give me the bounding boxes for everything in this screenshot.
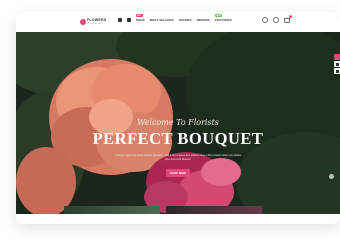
new-badge: NEW — [215, 14, 222, 17]
flower-logo-icon — [80, 19, 86, 25]
layout-icon[interactable] — [334, 61, 340, 67]
nav-item-offers[interactable]: OFFERS — [179, 18, 192, 22]
cart-icon[interactable]: 0 — [284, 14, 292, 23]
nav-item-features[interactable]: NEW FEATURES — [215, 14, 232, 22]
shop-now-button[interactable]: SHOP NOW — [166, 169, 190, 178]
nav-item-label: OFFERS — [178, 18, 192, 22]
hero-banner: Welcome To Florists PERFECT BOUQUET A fl… — [16, 32, 340, 214]
hero-title: PERFECT BOUQUET — [92, 129, 264, 148]
gear-icon[interactable] — [334, 54, 340, 60]
nav-item-best-sellers[interactable]: BEST SELLERS — [150, 18, 174, 22]
home-icon[interactable] — [118, 18, 122, 22]
main-nav: HOT SHOP BEST SELLERS OFFERS BRANDS NEW … — [118, 14, 232, 22]
hero-description: A flower opens its heart without questio… — [114, 154, 242, 161]
product-thumbnail[interactable] — [64, 206, 160, 214]
cart-count-badge: 0 — [288, 14, 292, 18]
nav-item-brands[interactable]: BRANDS — [197, 18, 210, 22]
scroll-to-top-button[interactable] — [329, 174, 334, 179]
hot-badge: HOT — [136, 14, 143, 17]
side-toolbar — [334, 54, 340, 74]
nav-item-label: BEST SELLERS — [149, 18, 174, 22]
header-utilities: 0 — [262, 14, 292, 23]
site-header: FLOWERS FLOWER SHOP HOT SHOP BEST SELLER… — [16, 12, 340, 32]
cart-side-icon[interactable] — [334, 68, 340, 74]
browser-frame: FLOWERS FLOWER SHOP HOT SHOP BEST SELLER… — [16, 12, 340, 224]
nav-item-label: SHOP — [136, 18, 145, 22]
page-stage: FLOWERS FLOWER SHOP HOT SHOP BEST SELLER… — [0, 0, 340, 246]
nav-item-shop[interactable]: HOT SHOP — [136, 14, 145, 22]
hero-welcome-text: Welcome To Florists — [137, 118, 219, 127]
search-icon[interactable] — [262, 17, 268, 23]
product-thumbnail[interactable] — [166, 206, 262, 214]
site-logo[interactable]: FLOWERS FLOWER SHOP — [80, 17, 110, 27]
logo-tagline: FLOWER SHOP — [87, 22, 104, 25]
product-thumbnails — [64, 206, 262, 214]
user-icon[interactable] — [273, 17, 279, 23]
grid-menu-icon[interactable] — [127, 18, 131, 22]
nav-item-label: FEATURES — [215, 18, 232, 22]
nav-item-label: BRANDS — [196, 18, 210, 22]
hero-content: Welcome To Florists PERFECT BOUQUET A fl… — [16, 118, 340, 179]
